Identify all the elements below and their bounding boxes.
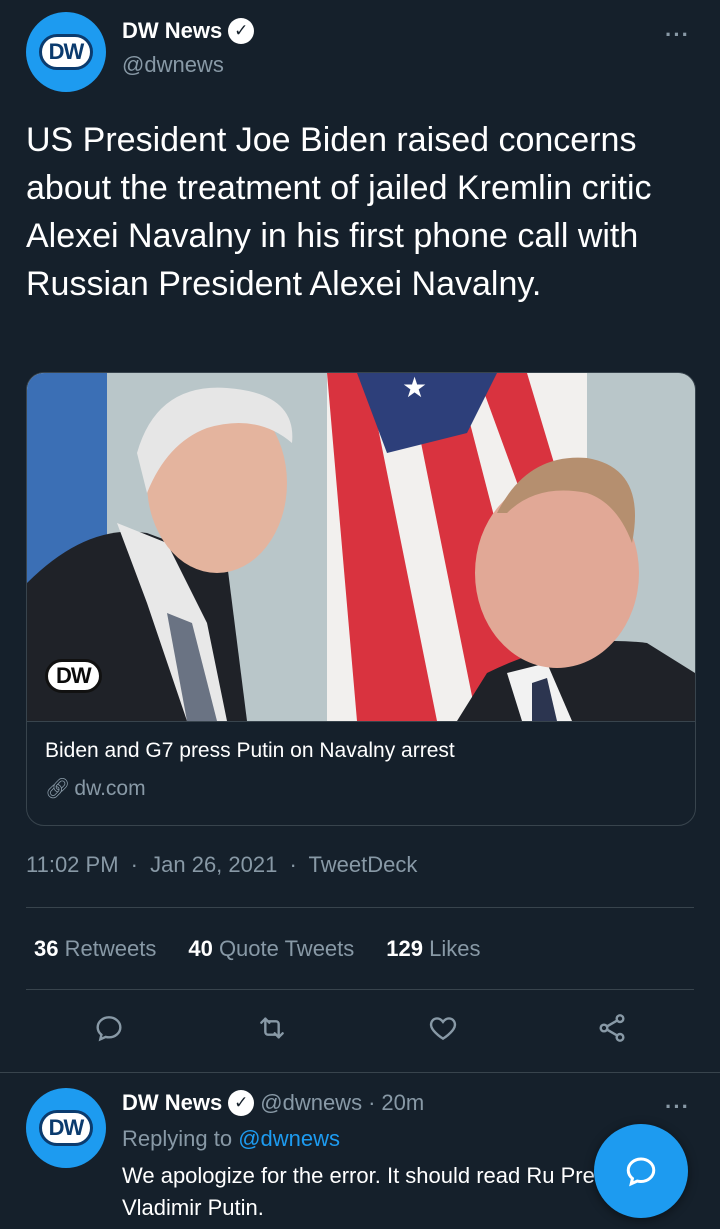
likes-label: Likes: [429, 936, 481, 961]
retweets-count: 36: [34, 936, 59, 961]
link-card[interactable]: ★ DW Biden and G7 press Putin on Navalny…: [26, 372, 696, 826]
engagement-stats: 36 Retweets 40 Quote Tweets 129 Likes: [34, 936, 480, 962]
reply-more-options-icon[interactable]: ···: [665, 1094, 690, 1120]
card-image: ★ DW: [27, 373, 695, 722]
likes-count: 129: [386, 936, 423, 961]
divider: [0, 1072, 720, 1073]
replying-mention[interactable]: @dwnews: [238, 1126, 340, 1151]
author-handle[interactable]: @dwnews: [122, 52, 224, 78]
card-domain: dw.com: [74, 776, 146, 800]
reply-time[interactable]: 20m: [381, 1090, 424, 1116]
reply-avatar[interactable]: DW: [26, 1088, 106, 1168]
avatar[interactable]: DW: [26, 12, 106, 92]
verified-badge-icon: ✓: [228, 18, 255, 44]
divider: [26, 989, 694, 990]
card-domain-row: 🔗︎ dw.com: [45, 776, 146, 801]
retweet-icon[interactable]: [252, 1008, 292, 1048]
reply-author-name[interactable]: DW News: [122, 1090, 222, 1116]
replying-prefix: Replying to: [122, 1126, 233, 1151]
svg-text:★: ★: [402, 373, 427, 404]
verified-badge-icon: ✓: [228, 1090, 255, 1116]
reply-author-handle[interactable]: @dwnews: [260, 1090, 362, 1116]
reply-separator: ·: [368, 1090, 376, 1115]
card-photo: ★: [27, 373, 695, 721]
tweet-meta: 11:02 PM · Jan 26, 2021 · TweetDeck: [26, 852, 417, 878]
like-icon[interactable]: [423, 1008, 463, 1048]
replying-to: Replying to @dwnews: [122, 1126, 340, 1152]
tweet-time[interactable]: 11:02 PM: [26, 852, 119, 877]
reply-header: DW News ✓ @dwnews · 20m: [122, 1090, 424, 1116]
action-bar: [0, 1008, 720, 1058]
retweets-stat[interactable]: 36 Retweets: [34, 936, 156, 962]
tweet-date[interactable]: Jan 26, 2021: [150, 852, 277, 877]
tweet-source[interactable]: TweetDeck: [309, 852, 418, 877]
author-row: DW News ✓: [122, 18, 255, 44]
likes-stat[interactable]: 129 Likes: [386, 936, 480, 962]
retweets-label: Retweets: [64, 936, 157, 961]
author-name[interactable]: DW News: [122, 18, 222, 44]
quote-tweets-stat[interactable]: 40 Quote Tweets: [188, 936, 354, 962]
card-title[interactable]: Biden and G7 press Putin on Navalny arre…: [45, 739, 455, 763]
dw-logo: DW: [38, 1110, 94, 1146]
dw-logo: DW: [38, 34, 94, 70]
more-options-icon[interactable]: ···: [665, 22, 690, 48]
divider: [26, 907, 694, 908]
compose-reply-button[interactable]: [594, 1124, 688, 1218]
quotes-count: 40: [188, 936, 213, 961]
share-icon[interactable]: [592, 1008, 632, 1048]
meta-separator: ·: [289, 852, 297, 877]
meta-separator: ·: [130, 852, 138, 877]
card-dw-logo: DW: [45, 659, 102, 693]
link-icon: 🔗︎: [45, 778, 71, 800]
quotes-label: Quote Tweets: [218, 936, 355, 961]
reply-icon[interactable]: [89, 1008, 129, 1048]
tweet-text: US President Joe Biden raised concerns a…: [26, 121, 652, 303]
reply-bubble-icon: [626, 1157, 656, 1187]
